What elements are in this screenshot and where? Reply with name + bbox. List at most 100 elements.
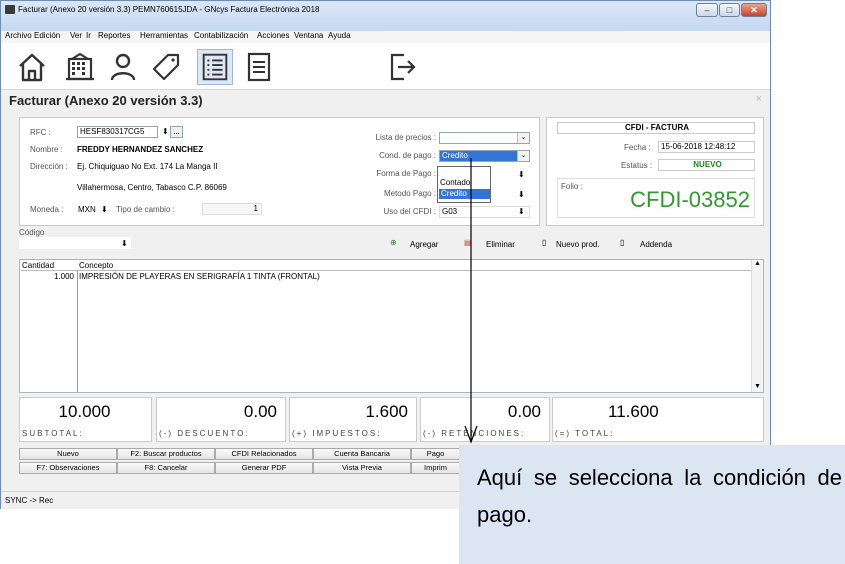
window-title: Facturar (Anexo 20 versión 3.3) PEMN7606… [18,5,320,14]
impuestos-box: 1.600 (+) IMPUESTOS: [289,397,417,442]
addenda-button[interactable]: Addenda [640,240,672,249]
lista-precios-label: Lista de precios : [375,133,436,142]
grid-header-cantidad: Cantidad [22,261,55,270]
rfc-input[interactable]: HESF830317CG5 [77,126,158,138]
total-value: 11.600 [608,402,659,421]
cond-pago-dropdown-list: Contado Credito [437,166,491,203]
total-box: 11.600 (=) TOTAL: [552,397,764,442]
eliminar-button[interactable]: Eliminar [486,240,515,249]
menu-edicion[interactable]: Edición [34,31,60,40]
cancelar-button[interactable]: F8: Cancelar [117,462,215,474]
estatus-label: Estatus : [621,161,653,170]
menu-archivo[interactable]: Archivo [5,31,32,40]
addenda-icon[interactable]: ▯ [620,238,624,247]
rfc-search-button[interactable]: ... [170,126,183,138]
grid-scrollbar[interactable]: ▲ ▼ [751,260,763,392]
tipo-cambio-label: Tipo de cambio : [116,205,175,214]
uso-cfdi-dropdown-icon[interactable]: ⬇ [518,207,525,216]
tag-icon[interactable] [148,49,184,85]
moneda-dropdown-icon[interactable]: ⬇ [101,205,108,214]
uso-cfdi-select[interactable]: G03 [439,206,530,218]
chevron-down-icon: ⌄ [517,133,529,143]
buscar-productos-button[interactable]: F2: Buscar productos [117,448,215,460]
codigo-dropdown-icon[interactable]: ⬇ [121,239,128,248]
home-icon[interactable] [14,49,50,85]
logout-icon[interactable] [384,49,420,85]
nombre-label: Nombre : [30,145,63,154]
row-cantidad[interactable]: 1.000 [22,272,74,281]
vista-previa-button[interactable]: Vista Previa [313,462,411,474]
tipo-cambio-input[interactable]: 1 [202,203,262,215]
new-product-icon[interactable]: ▯ [542,238,546,247]
pago-button[interactable]: Pago [411,448,460,460]
maximize-button[interactable]: □ [719,3,740,17]
uso-cfdi-label: Uso del CFDI : [383,207,436,216]
option-contado[interactable]: Contado [439,178,490,188]
app-window: Facturar (Anexo 20 versión 3.3) PEMN7606… [0,0,771,509]
grid-header-concepto: Concepto [79,261,114,270]
title-bar: Facturar (Anexo 20 versión 3.3) PEMN7606… [1,1,770,31]
codigo-input[interactable] [19,237,131,249]
imprimir-button[interactable]: Imprim [411,462,460,474]
menu-contabilizacion[interactable]: Contabilización [194,31,248,40]
impuestos-value: 1.600 [365,402,408,421]
fecha-label: Fecha : [624,143,651,152]
menu-herramientas[interactable]: Herramientas [140,31,188,40]
app-icon [5,5,15,14]
retenciones-box: 0.00 (-) RETENCIONES: [420,397,550,442]
moneda-value[interactable]: MXN [78,205,96,214]
scroll-down-icon[interactable]: ▼ [754,383,761,390]
toolbar [1,43,770,90]
user-icon[interactable] [105,49,141,85]
scroll-up-icon[interactable]: ▲ [754,260,761,267]
subtotal-label: SUBTOTAL: [22,429,84,438]
retenciones-value: 0.00 [507,402,541,421]
lista-precios-select[interactable]: ⌄ [439,132,530,144]
agregar-button[interactable]: Agregar [410,240,438,249]
rfc-download-icon[interactable]: ⬇ [162,127,169,136]
add-icon[interactable]: ⊕ [390,238,397,247]
cond-pago-label: Cond. de pago : [379,151,436,160]
close-window-button[interactable]: ✕ [741,3,767,17]
cfdi-type: CFDI - FACTURA [557,122,755,134]
list-icon[interactable] [197,49,233,85]
document-icon[interactable] [241,49,277,85]
descuento-label: (-) DESCUENTO: [159,429,250,438]
observaciones-button[interactable]: F7: Observaciones [19,462,117,474]
forma-pago-dropdown-icon[interactable]: ⬇ [518,170,525,179]
forma-pago-label: Forma de Pago : [376,169,436,178]
menu-ver[interactable]: Ver [70,31,82,40]
close-page-icon[interactable]: × [756,93,762,105]
menu-ventana[interactable]: Ventana [294,31,323,40]
menu-ir[interactable]: Ir [86,31,91,40]
items-grid: Cantidad Concepto 1.000 IMPRESIÓN DE PLA… [19,259,764,393]
nuevo-prod-button[interactable]: Nuevo prod. [556,240,600,249]
cfdi-relacionados-button[interactable]: CFDI Relacionados [215,448,313,460]
page-title: Facturar (Anexo 20 versión 3.3) [9,93,203,108]
menu-reportes[interactable]: Reportes [98,31,130,40]
folio-box: Folio : CFDI-03852 [557,178,755,218]
row-concepto[interactable]: IMPRESIÓN DE PLAYERAS EN SERIGRAFÍA 1 TI… [79,272,320,281]
cond-pago-select[interactable]: Credito ⌄ [439,150,530,162]
subtotal-value: 10.000 [58,402,111,421]
nuevo-button[interactable]: Nuevo [19,448,117,460]
menu-ayuda[interactable]: Ayuda [328,31,351,40]
direccion-label: Dirección : [30,162,68,171]
delete-icon[interactable]: ▤ [464,238,472,247]
cfdi-panel: CFDI - FACTURA Fecha : 15-06-2018 12:48:… [546,117,764,226]
callout-text: Aquí se selecciona la condición de pago. [477,465,842,527]
minimize-button[interactable]: – [696,3,718,17]
client-panel: RFC : HESF830317CG5 ⬇ ... Nombre : FREDD… [19,117,540,226]
direccion-line2: Villahermosa, Centro, Tabasco C.P. 86069 [77,183,227,192]
option-credito[interactable]: Credito [439,189,490,199]
moneda-label: Moneda : [30,205,64,214]
building-icon[interactable] [62,49,98,85]
descuento-box: 0.00 (-) DESCUENTO: [156,397,286,442]
menu-acciones[interactable]: Acciones [257,31,289,40]
cuenta-bancaria-button[interactable]: Cuenta Bancaria [313,448,411,460]
generar-pdf-button[interactable]: Generar PDF [215,462,313,474]
folio-value: CFDI-03852 [630,187,750,212]
codigo-label: Código [19,228,45,237]
metodo-pago-dropdown-icon[interactable]: ⬇ [518,190,525,199]
status-text: SYNC -> Rec [5,496,54,505]
